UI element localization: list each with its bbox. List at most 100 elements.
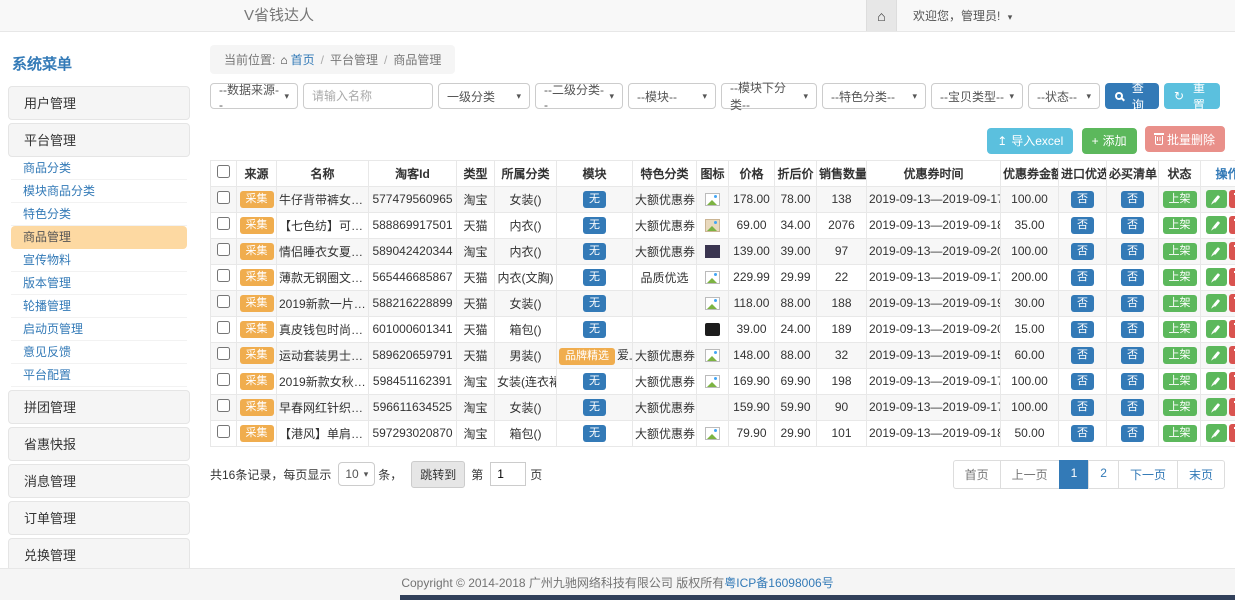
cell-discount-price: 39.00 [775, 238, 817, 264]
item-type-select[interactable]: --宝贝类型--▾ [931, 83, 1023, 109]
module-sub-category-select[interactable]: --模块下分类--▾ [721, 83, 817, 109]
sidebar-item[interactable]: 商品管理 [11, 226, 187, 249]
delete-button[interactable] [1229, 242, 1235, 260]
cell-taoke-id: 588216228899 [369, 290, 457, 316]
icp-link[interactable]: 粤ICP备16098006号 [724, 576, 833, 590]
home-button[interactable]: ⌂ [866, 0, 897, 31]
status-badge: 上架 [1163, 295, 1197, 312]
sidebar-item[interactable]: 平台配置 [11, 364, 187, 387]
feature-category-select[interactable]: --特色分类--▾ [822, 83, 926, 109]
cell-coupon-time: 2019-09-13—2019-09-17 [867, 186, 1001, 212]
module-select[interactable]: --模块--▾ [628, 83, 716, 109]
row-checkbox[interactable] [217, 295, 230, 308]
delete-button[interactable] [1229, 190, 1235, 208]
page-button[interactable]: 首页 [953, 460, 1001, 489]
cell-discount-price: 24.00 [775, 316, 817, 342]
cell-coupon-amount: 100.00 [1001, 368, 1059, 394]
row-checkbox[interactable] [217, 373, 230, 386]
cell-source: 采集 [237, 186, 277, 212]
sidebar-item[interactable]: 启动页管理 [11, 318, 187, 341]
cell-operations [1201, 264, 1235, 290]
jump-button[interactable]: 跳转到 [411, 461, 465, 488]
delete-button[interactable] [1229, 346, 1235, 364]
delete-button[interactable] [1229, 424, 1235, 442]
cell-feature: 大额优惠券 [633, 342, 697, 368]
reset-button[interactable]: ↻重置 [1164, 83, 1220, 109]
column-header: 淘客Id [369, 160, 457, 186]
delete-button[interactable] [1229, 216, 1235, 234]
row-checkbox[interactable] [217, 269, 230, 282]
row-checkbox[interactable] [217, 191, 230, 204]
page-button[interactable]: 末页 [1177, 460, 1225, 489]
delete-button[interactable] [1229, 320, 1235, 338]
column-header: 优惠券时间 [867, 160, 1001, 186]
status-select[interactable]: --状态--▾ [1028, 83, 1100, 109]
level2-category-select[interactable]: --二级分类--▾ [535, 83, 623, 109]
cell-operations [1201, 186, 1235, 212]
data-source-select[interactable]: --数据来源--▾ [210, 83, 298, 109]
sidebar-section[interactable]: 拼团管理 [8, 390, 190, 424]
breadcrumb-separator: / [321, 53, 324, 67]
sidebar-item[interactable]: 版本管理 [11, 272, 187, 295]
edit-button[interactable] [1206, 268, 1227, 286]
sidebar-section[interactable]: 省惠快报 [8, 427, 190, 461]
batch-delete-button[interactable]: 批量删除 [1145, 126, 1225, 152]
row-checkbox[interactable] [217, 217, 230, 230]
page-button[interactable]: 2 [1088, 460, 1119, 489]
module-badge: 无 [583, 217, 606, 234]
page-button[interactable]: 1 [1059, 460, 1090, 489]
edit-button[interactable] [1206, 190, 1227, 208]
search-button[interactable]: 查询 [1105, 83, 1159, 109]
name-input[interactable] [303, 83, 433, 109]
page-button[interactable]: 下一页 [1118, 460, 1178, 489]
page-size-select[interactable]: 10▾ [338, 462, 375, 486]
sidebar-section[interactable]: 平台管理 [8, 123, 190, 157]
edit-button[interactable] [1206, 242, 1227, 260]
sidebar-item[interactable]: 模块商品分类 [11, 180, 187, 203]
delete-button[interactable] [1229, 268, 1235, 286]
edit-button[interactable] [1206, 424, 1227, 442]
edit-button[interactable] [1206, 216, 1227, 234]
table-header-row: 来源名称淘客Id类型所属分类模块特色分类图标价格折后价销售数量优惠券时间优惠券金… [211, 160, 1235, 186]
sidebar-section[interactable]: 消息管理 [8, 464, 190, 498]
edit-button[interactable] [1206, 294, 1227, 312]
edit-button[interactable] [1206, 346, 1227, 364]
level1-category-select[interactable]: 一级分类▾ [438, 83, 530, 109]
edit-button[interactable] [1206, 398, 1227, 416]
row-checkbox[interactable] [217, 425, 230, 438]
sidebar-item[interactable]: 意见反馈 [11, 341, 187, 364]
cell-coupon-time: 2019-09-13—2019-09-20 [867, 238, 1001, 264]
select-all-checkbox[interactable] [217, 165, 230, 178]
cell-select [211, 186, 237, 212]
sidebar-section[interactable]: 兑换管理 [8, 538, 190, 572]
delete-button[interactable] [1229, 294, 1235, 312]
row-checkbox[interactable] [217, 321, 230, 334]
edit-button[interactable] [1206, 320, 1227, 338]
sidebar-item[interactable]: 特色分类 [11, 203, 187, 226]
import-excel-button[interactable]: ↥导入excel [987, 128, 1073, 154]
page-button[interactable]: 上一页 [1000, 460, 1060, 489]
delete-button[interactable] [1229, 372, 1235, 390]
cell-coupon-time: 2019-09-13—2019-09-18 [867, 212, 1001, 238]
row-checkbox[interactable] [217, 347, 230, 360]
sidebar-item[interactable]: 宣传物料 [11, 249, 187, 272]
sidebar-item[interactable]: 轮播管理 [11, 295, 187, 318]
delete-button[interactable] [1229, 398, 1235, 416]
sidebar-section[interactable]: 订单管理 [8, 501, 190, 535]
page-number-input[interactable] [490, 462, 526, 486]
sidebar-item[interactable]: 商品分类 [11, 157, 187, 180]
cell-coupon-amount: 30.00 [1001, 290, 1059, 316]
copyright-text: Copyright © 2014-2018 广州九驰网络科技有限公司 版权所有 [401, 576, 724, 590]
bottom-bar [400, 595, 1235, 600]
row-checkbox[interactable] [217, 243, 230, 256]
user-menu[interactable]: 欢迎您，管理员! ▾ [913, 7, 1012, 24]
module-badge: 无 [583, 373, 606, 390]
cell-imported: 否 [1059, 342, 1107, 368]
row-checkbox[interactable] [217, 399, 230, 412]
search-icon [1115, 92, 1123, 100]
edit-button[interactable] [1206, 372, 1227, 390]
sidebar-section[interactable]: 用户管理 [8, 86, 190, 120]
add-button[interactable]: +添加 [1082, 128, 1137, 154]
breadcrumb-home-link[interactable]: 首页 [291, 53, 315, 67]
status-select-value: --状态-- [1037, 88, 1077, 105]
